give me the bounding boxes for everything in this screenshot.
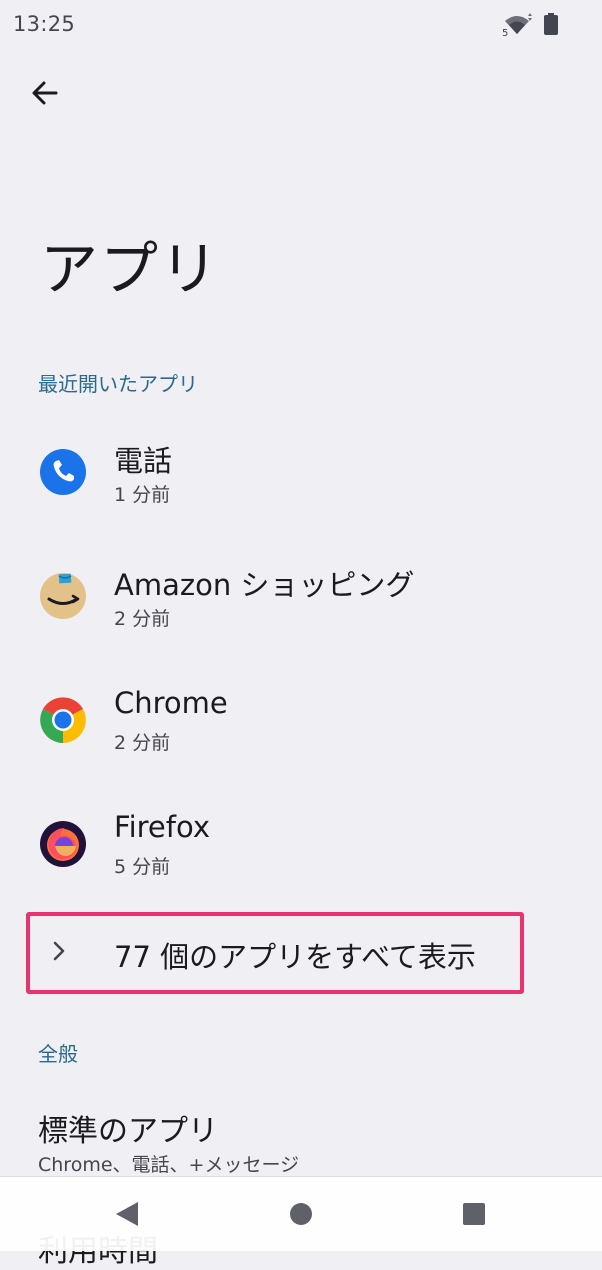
nav-back-icon[interactable] bbox=[114, 1201, 140, 1227]
app-last-used: 2 分前 bbox=[114, 608, 171, 630]
section-header-general: 全般 bbox=[38, 1042, 78, 1066]
back-button[interactable] bbox=[24, 72, 66, 114]
default-apps-item[interactable]: 標準のアプリ Chrome、電話、+メッセージ bbox=[0, 1096, 602, 1176]
see-all-apps-label: 77 個のアプリをすべて表示 bbox=[114, 940, 476, 974]
battery-icon bbox=[544, 13, 558, 35]
chevron-right-icon bbox=[53, 941, 65, 961]
app-name: Firefox bbox=[114, 810, 210, 844]
wifi-icon: 5 bbox=[502, 13, 532, 37]
chrome-app-icon bbox=[40, 697, 86, 743]
status-time: 13:25 bbox=[13, 12, 76, 36]
app-name: Chrome bbox=[114, 686, 228, 720]
default-apps-summary: Chrome、電話、+メッセージ bbox=[38, 1154, 300, 1176]
app-name: 電話 bbox=[114, 444, 173, 478]
see-all-apps-button[interactable]: 77 個のアプリをすべて表示 bbox=[26, 912, 524, 994]
default-apps-title: 標準のアプリ bbox=[38, 1114, 218, 1149]
navigation-bar bbox=[0, 1176, 602, 1251]
wifi-badge: 5 bbox=[502, 28, 508, 37]
app-last-used: 1 分前 bbox=[114, 484, 171, 506]
section-header-recent-apps: 最近開いたアプリ bbox=[38, 372, 198, 396]
phone-app-icon bbox=[40, 449, 86, 495]
app-item-firefox[interactable]: Firefox 5 分前 bbox=[0, 788, 602, 898]
app-item-phone[interactable]: 電話 1 分前 bbox=[0, 416, 602, 526]
app-last-used: 2 分前 bbox=[114, 732, 171, 754]
app-name: Amazon ショッピング bbox=[114, 568, 415, 602]
app-item-amazon[interactable]: Amazon ショッピング 2 分前 bbox=[0, 540, 602, 650]
status-bar: 13:25 5 bbox=[0, 0, 602, 50]
app-item-chrome[interactable]: Chrome 2 分前 bbox=[0, 664, 602, 774]
app-last-used: 5 分前 bbox=[114, 856, 171, 878]
amazon-app-icon bbox=[40, 573, 86, 619]
nav-recents-icon[interactable] bbox=[462, 1202, 486, 1226]
firefox-app-icon bbox=[40, 821, 86, 867]
arrow-back-icon bbox=[32, 81, 58, 105]
nav-home-icon[interactable] bbox=[289, 1202, 313, 1226]
page-title: アプリ bbox=[40, 235, 221, 303]
